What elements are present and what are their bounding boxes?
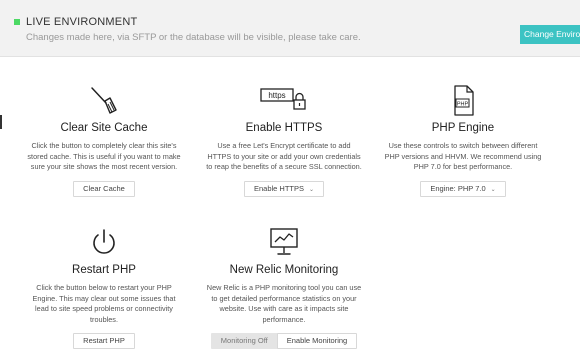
tool-card-restart-php: Restart PHP Click the button below to re… — [14, 226, 194, 349]
clear-cache-title: Clear Site Cache — [60, 122, 148, 134]
monitoring-off-button[interactable]: Monitoring Off — [210, 333, 278, 349]
broom-icon — [91, 87, 117, 114]
https-title: Enable HTTPS — [245, 122, 323, 134]
monitoring-toggle-group: Monitoring Off Enable Monitoring — [210, 333, 358, 349]
power-icon — [93, 229, 115, 254]
tool-card-clear-cache: Clear Site Cache Click the button to com… — [14, 84, 194, 197]
tool-card-php-engine: PHP PHP Engine Use these controls to swi… — [373, 84, 553, 197]
clear-cache-button[interactable]: Clear Cache — [73, 180, 135, 197]
live-status-indicator — [14, 19, 20, 25]
new-relic-description: New Relic is a PHP monitoring tool you c… — [206, 283, 362, 324]
chevron-down-icon: ⌄ — [309, 186, 315, 193]
change-environment-button[interactable]: Change Environment — [520, 25, 580, 44]
clear-cache-description: Click the button to completely clear thi… — [27, 141, 181, 171]
tool-card-new-relic: New Relic Monitoring New Relic is a PHP … — [194, 226, 374, 349]
restart-php-description: Click the button below to restart your P… — [32, 283, 176, 324]
php-icon-text: PHP — [457, 102, 469, 108]
php-engine-title: PHP Engine — [431, 122, 495, 134]
environment-banner: LIVE ENVIRONMENT Changes made here, via … — [0, 0, 580, 57]
scroll-edge-marker — [0, 115, 2, 129]
restart-php-title: Restart PHP — [72, 264, 136, 276]
enable-monitoring-button[interactable]: Enable Monitoring — [276, 333, 358, 349]
monitor-chart-icon — [270, 228, 298, 255]
environment-title: LIVE ENVIRONMENT — [26, 16, 138, 28]
enable-https-label: Enable HTTPS — [253, 183, 304, 193]
new-relic-title: New Relic Monitoring — [229, 264, 339, 276]
tool-card-https: https Enable HTTPS Use a free Let's Encr… — [194, 84, 374, 197]
restart-php-button[interactable]: Restart PHP — [73, 333, 135, 349]
enable-https-dropdown[interactable]: Enable HTTPS ⌄ — [243, 180, 325, 197]
https-lock-icon: https — [260, 88, 306, 110]
https-description: Use a free Let's Encrypt certificate to … — [206, 141, 362, 171]
https-icon-text: https — [268, 91, 285, 100]
php-engine-description: Use these controls to switch between dif… — [384, 141, 542, 171]
php-engine-label: Engine: PHP 7.0 — [430, 183, 486, 193]
chevron-down-icon: ⌄ — [490, 186, 496, 193]
php-file-icon: PHP — [454, 85, 474, 116]
php-engine-dropdown[interactable]: Engine: PHP 7.0 ⌄ — [420, 180, 506, 197]
environment-description: Changes made here, via SFTP or the datab… — [26, 32, 361, 43]
